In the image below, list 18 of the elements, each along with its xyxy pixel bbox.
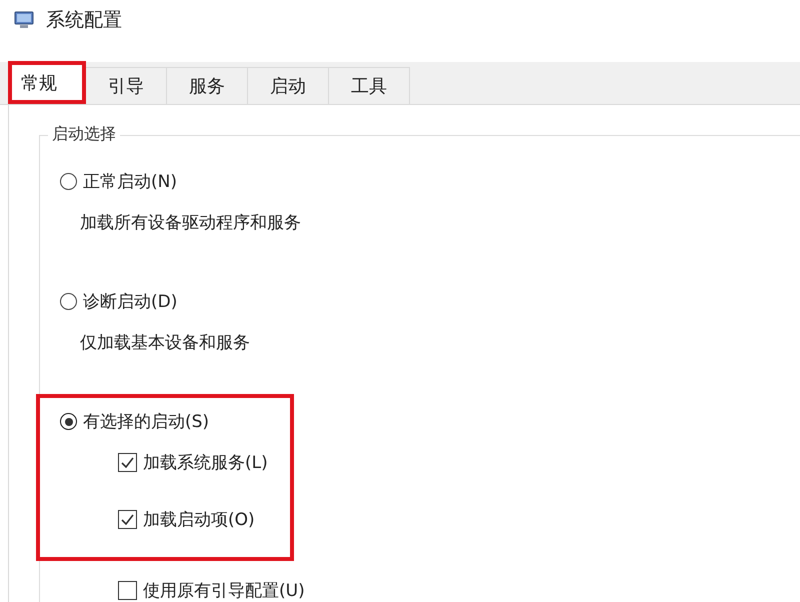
tab[interactable]: 工具 <box>328 67 410 104</box>
option-label: 正常启动(N) <box>83 171 177 193</box>
option-description: 加载所有设备驱动程序和服务 <box>80 212 301 234</box>
checkbox-label: 加载系统服务(L) <box>143 452 268 474</box>
monitor-icon <box>14 11 34 29</box>
checkbox[interactable] <box>118 510 137 529</box>
option-label: 诊断启动(D) <box>83 291 178 313</box>
tab[interactable]: 常规 <box>8 61 86 104</box>
radio-button[interactable] <box>60 413 77 430</box>
checkbox[interactable] <box>118 581 137 600</box>
checkbox-label: 使用原有引导配置(U) <box>143 580 305 602</box>
checkbox[interactable] <box>118 453 137 472</box>
option-label: 有选择的启动(S) <box>83 411 210 433</box>
radio-button[interactable] <box>60 293 77 310</box>
window-title: 系统配置 <box>46 8 122 33</box>
option-description: 仅加载基本设备和服务 <box>80 332 250 354</box>
radio-button[interactable] <box>60 173 77 190</box>
checkbox-label: 加载启动项(O) <box>143 509 255 531</box>
